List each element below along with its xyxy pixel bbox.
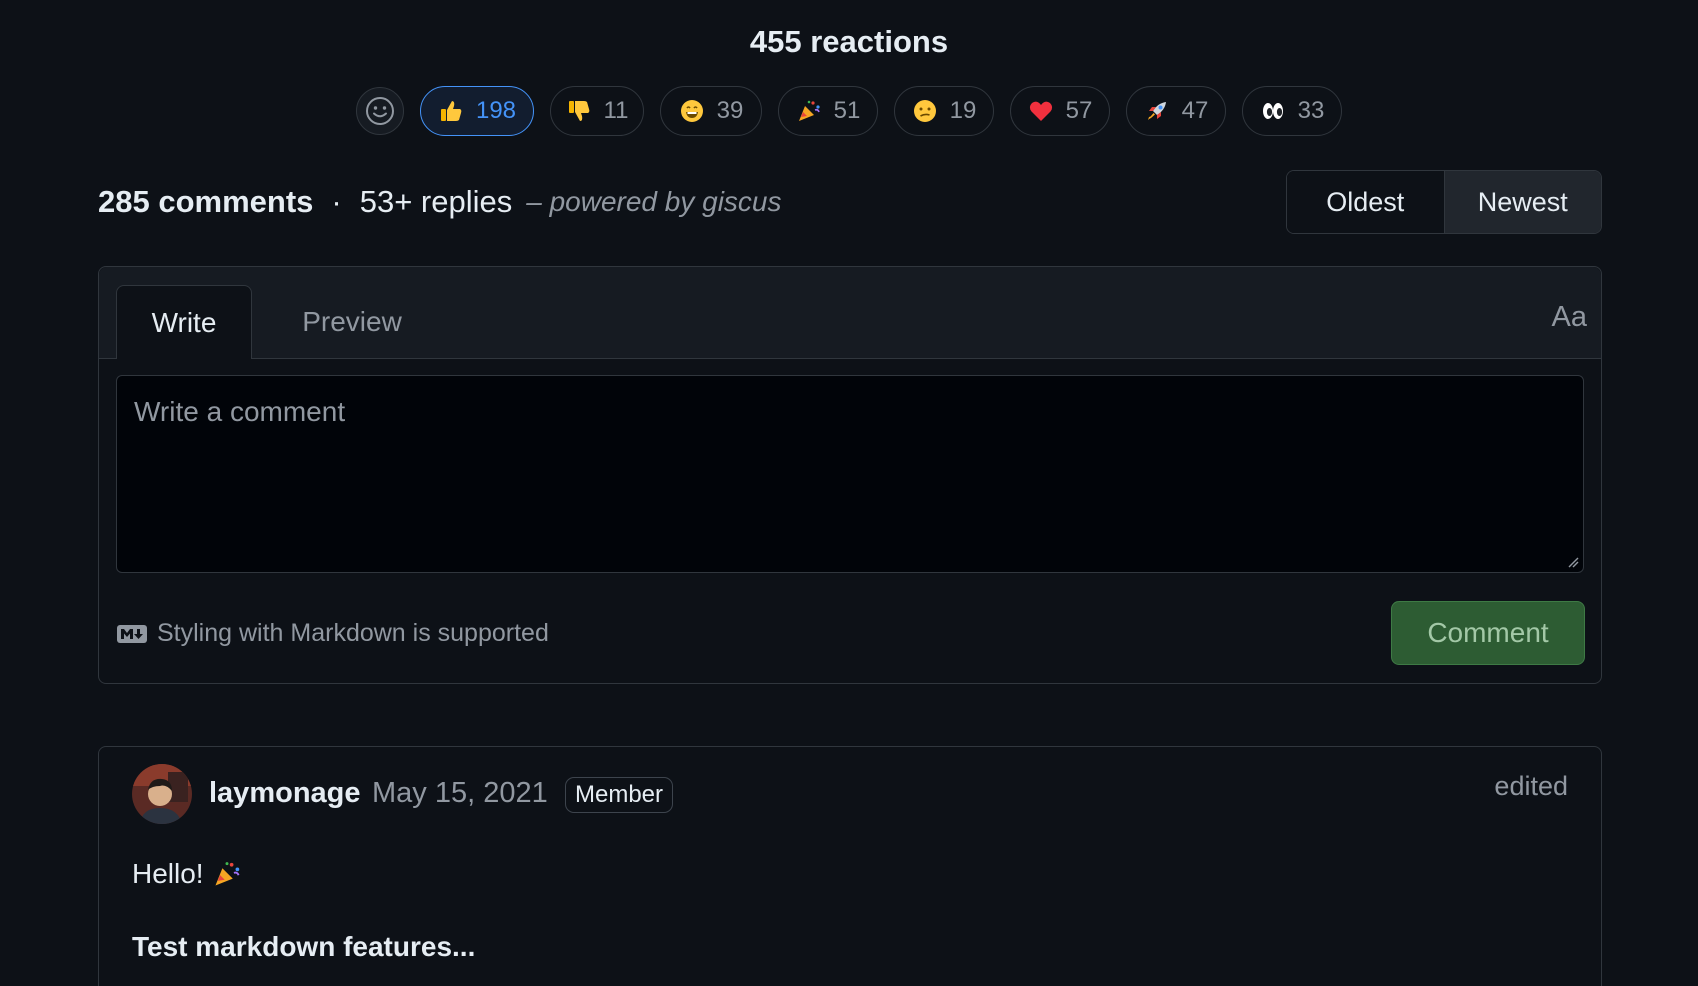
sort-newest-button[interactable]: Newest bbox=[1443, 171, 1601, 233]
comments-header: 285 comments · 53+ replies – powered by … bbox=[98, 170, 782, 234]
reaction-count: 19 bbox=[949, 97, 977, 124]
editor-tab-bar: Write Preview Aa bbox=[99, 267, 1601, 359]
reaction-heart[interactable]: 57 bbox=[1010, 86, 1110, 136]
thumbs-down-icon bbox=[566, 97, 592, 125]
comments-count: 285 comments bbox=[98, 184, 314, 219]
comment-body-text: Hello! bbox=[132, 858, 204, 889]
resize-handle-icon[interactable] bbox=[1567, 556, 1579, 568]
thumbs-up-icon bbox=[438, 97, 464, 125]
reaction-count: 57 bbox=[1065, 97, 1093, 124]
eyes-icon bbox=[1260, 97, 1286, 125]
comment-input-placeholder: Write a comment bbox=[134, 396, 346, 427]
reaction-count: 51 bbox=[833, 97, 861, 124]
rocket-icon bbox=[1144, 97, 1170, 125]
member-badge: Member bbox=[565, 777, 674, 813]
party-popper-icon bbox=[215, 862, 240, 886]
tab-write[interactable]: Write bbox=[116, 285, 252, 359]
heart-icon bbox=[1028, 97, 1054, 125]
confused-icon bbox=[912, 97, 938, 125]
comment-body-heading: Test markdown features... bbox=[132, 931, 476, 962]
comment-date[interactable]: May 15, 2021 bbox=[372, 777, 548, 810]
comment-editor: Write Preview Aa Write a comment Styling… bbox=[98, 266, 1602, 684]
avatar[interactable] bbox=[132, 764, 192, 824]
tab-preview[interactable]: Preview bbox=[277, 285, 427, 359]
markdown-icon bbox=[117, 624, 147, 643]
reaction-rocket[interactable]: 47 bbox=[1126, 86, 1226, 136]
comment-input[interactable]: Write a comment bbox=[116, 375, 1584, 573]
comment-submit-button[interactable]: Comment bbox=[1391, 601, 1585, 665]
comment-card: laymonage May 15, 2021 Member edited Hel… bbox=[98, 746, 1602, 986]
reaction-confused[interactable]: 19 bbox=[894, 86, 994, 136]
reactions-title: 455 reactions bbox=[749, 24, 949, 59]
smiley-icon bbox=[366, 97, 394, 125]
powered-by-giscus: – powered by giscus bbox=[526, 186, 782, 217]
reaction-thumbs-down[interactable]: 11 bbox=[550, 86, 644, 136]
markdown-note-text: Styling with Markdown is supported bbox=[157, 619, 549, 647]
reaction-count: 33 bbox=[1297, 97, 1325, 124]
sort-toggle: Oldest Newest bbox=[1286, 170, 1602, 234]
font-toggle-button[interactable]: Aa bbox=[1552, 301, 1587, 334]
reactions-bar: 198 11 39 51 19 57 47 33 bbox=[0, 86, 1698, 136]
laugh-icon bbox=[679, 97, 705, 125]
markdown-note: Styling with Markdown is supported bbox=[116, 619, 549, 648]
reaction-count: 198 bbox=[475, 97, 517, 124]
edited-label[interactable]: edited bbox=[1494, 771, 1568, 802]
comment-author[interactable]: laymonage bbox=[209, 777, 361, 810]
reaction-thumbs-up[interactable]: 198 bbox=[420, 86, 534, 136]
reaction-hooray[interactable]: 51 bbox=[778, 86, 878, 136]
giscus-page: 455 reactions 198 11 39 51 19 57 47 33 2… bbox=[0, 0, 1698, 986]
sort-oldest-button[interactable]: Oldest bbox=[1287, 171, 1444, 233]
comment-body-line: Hello! bbox=[132, 858, 242, 890]
reaction-eyes[interactable]: 33 bbox=[1242, 86, 1342, 136]
reaction-count: 39 bbox=[716, 97, 744, 124]
reaction-count: 47 bbox=[1181, 97, 1209, 124]
reaction-laugh[interactable]: 39 bbox=[660, 86, 762, 136]
replies-count: 53+ replies bbox=[359, 184, 513, 219]
separator-dot: · bbox=[331, 184, 342, 219]
reaction-count: 11 bbox=[603, 97, 629, 124]
add-reaction-button[interactable] bbox=[356, 87, 404, 135]
party-popper-icon bbox=[796, 97, 822, 125]
